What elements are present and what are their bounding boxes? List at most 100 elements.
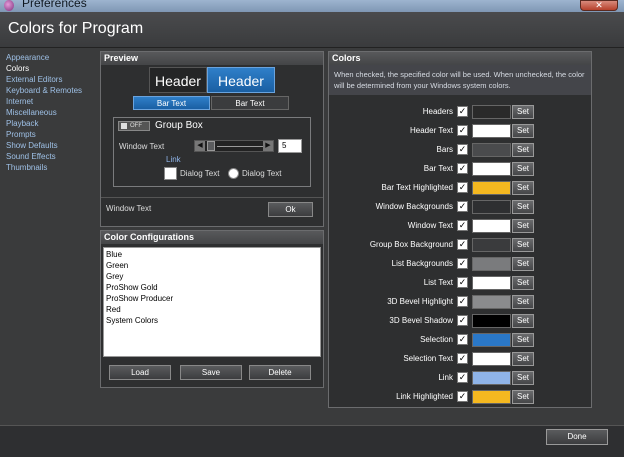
color-row: Group Box Background ✓ Set: [329, 236, 591, 254]
color-swatch[interactable]: [472, 181, 511, 195]
sidebar-item-colors[interactable]: Colors: [6, 64, 29, 74]
color-swatch[interactable]: [472, 162, 511, 176]
color-swatch[interactable]: [472, 105, 511, 119]
color-swatch[interactable]: [472, 219, 511, 233]
color-enabled-checkbox[interactable]: ✓: [457, 296, 468, 307]
page-title: Colors for Program: [8, 20, 144, 37]
list-item[interactable]: Blue: [106, 250, 122, 260]
dialog-text-checkbox[interactable]: [164, 167, 177, 180]
set-color-button[interactable]: Set: [512, 181, 534, 195]
set-color-button[interactable]: Set: [512, 162, 534, 176]
sidebar-item-playback[interactable]: Playback: [6, 119, 38, 129]
color-row-label: Bar Text: [423, 164, 453, 173]
set-color-button[interactable]: Set: [512, 257, 534, 271]
slider-thumb[interactable]: [207, 141, 215, 151]
set-color-button[interactable]: Set: [512, 371, 534, 385]
color-enabled-checkbox[interactable]: ✓: [457, 258, 468, 269]
group-box-toggle[interactable]: OFF: [118, 121, 150, 131]
page-header: Colors for Program: [0, 12, 624, 48]
color-row-label: Group Box Background: [369, 240, 453, 249]
color-row-label: List Text: [423, 278, 453, 287]
set-color-button[interactable]: Set: [512, 314, 534, 328]
group-box-title: Group Box: [155, 120, 203, 131]
header-preview: Header: [149, 67, 207, 93]
color-enabled-checkbox[interactable]: ✓: [457, 220, 468, 231]
set-color-button[interactable]: Set: [512, 143, 534, 157]
preview-divider: [101, 197, 323, 198]
color-swatch[interactable]: [472, 333, 511, 347]
ok-button[interactable]: Ok: [268, 202, 313, 217]
sidebar-item-show-defaults[interactable]: Show Defaults: [6, 141, 58, 151]
number-field[interactable]: 5: [278, 139, 302, 153]
color-enabled-checkbox[interactable]: ✓: [457, 144, 468, 155]
sidebar-item-prompts[interactable]: Prompts: [6, 130, 36, 140]
list-item[interactable]: Grey: [106, 272, 123, 282]
save-button[interactable]: Save: [180, 365, 242, 380]
color-enabled-checkbox[interactable]: ✓: [457, 163, 468, 174]
set-color-button[interactable]: Set: [512, 105, 534, 119]
header-highlighted-preview: Header: [207, 67, 275, 93]
set-color-button[interactable]: Set: [512, 352, 534, 366]
set-color-button[interactable]: Set: [512, 124, 534, 138]
set-color-button[interactable]: Set: [512, 333, 534, 347]
color-configurations-panel: Color Configurations Blue Green Grey Pro…: [100, 230, 324, 388]
sidebar-item-thumbnails[interactable]: Thumbnails: [6, 163, 47, 173]
set-color-button[interactable]: Set: [512, 276, 534, 290]
color-enabled-checkbox[interactable]: ✓: [457, 106, 468, 117]
sidebar-item-internet[interactable]: Internet: [6, 97, 33, 107]
color-swatch[interactable]: [472, 238, 511, 252]
slider-left-arrow-icon[interactable]: ◀: [195, 141, 205, 151]
colors-description: When checked, the specified color will b…: [329, 65, 591, 95]
preview-slider[interactable]: ◀ ▶: [194, 140, 274, 152]
preview-link[interactable]: Link: [166, 155, 181, 164]
color-enabled-checkbox[interactable]: ✓: [457, 372, 468, 383]
slider-right-arrow-icon[interactable]: ▶: [263, 141, 273, 151]
color-enabled-checkbox[interactable]: ✓: [457, 353, 468, 364]
set-color-button[interactable]: Set: [512, 390, 534, 404]
color-swatch[interactable]: [472, 295, 511, 309]
color-swatch[interactable]: [472, 352, 511, 366]
list-item[interactable]: Green: [106, 261, 128, 271]
color-swatch[interactable]: [472, 371, 511, 385]
color-enabled-checkbox[interactable]: ✓: [457, 239, 468, 250]
set-color-button[interactable]: Set: [512, 219, 534, 233]
color-enabled-checkbox[interactable]: ✓: [457, 201, 468, 212]
color-swatch[interactable]: [472, 200, 511, 214]
color-swatch[interactable]: [472, 143, 511, 157]
color-row-label: Headers: [422, 107, 453, 116]
color-enabled-checkbox[interactable]: ✓: [457, 182, 468, 193]
color-enabled-checkbox[interactable]: ✓: [457, 391, 468, 402]
list-item[interactable]: ProShow Gold: [106, 283, 158, 293]
list-item[interactable]: Red: [106, 305, 121, 315]
color-enabled-checkbox[interactable]: ✓: [457, 277, 468, 288]
dialog-text-radio[interactable]: [228, 168, 239, 179]
color-swatch[interactable]: [472, 276, 511, 290]
color-swatch[interactable]: [472, 390, 511, 404]
set-color-button[interactable]: Set: [512, 295, 534, 309]
sidebar-item-sound-effects[interactable]: Sound Effects: [6, 152, 56, 162]
color-enabled-checkbox[interactable]: ✓: [457, 334, 468, 345]
sidebar-item-miscellaneous[interactable]: Miscellaneous: [6, 108, 57, 118]
load-button[interactable]: Load: [109, 365, 171, 380]
preview-panel: Preview Header Header Bar Text Bar Text …: [100, 51, 324, 227]
color-swatch[interactable]: [472, 124, 511, 138]
color-swatch[interactable]: [472, 314, 511, 328]
sidebar-item-keyboard-remotes[interactable]: Keyboard & Remotes: [6, 86, 82, 96]
sidebar-item-external-editors[interactable]: External Editors: [6, 75, 62, 85]
list-item[interactable]: ProShow Producer: [106, 294, 173, 304]
delete-button[interactable]: Delete: [249, 365, 311, 380]
list-item[interactable]: System Colors: [106, 316, 158, 326]
close-button[interactable]: ✕: [580, 0, 618, 11]
color-row: Selection Text ✓ Set: [329, 350, 591, 368]
color-row-label: Link: [438, 373, 453, 382]
color-swatch[interactable]: [472, 257, 511, 271]
color-row-label: 3D Bevel Highlight: [387, 297, 453, 306]
color-configurations-list[interactable]: Blue Green Grey ProShow Gold ProShow Pro…: [103, 247, 321, 357]
done-button[interactable]: Done: [546, 429, 608, 445]
color-enabled-checkbox[interactable]: ✓: [457, 125, 468, 136]
colors-panel: Colors When checked, the specified color…: [328, 51, 592, 408]
color-enabled-checkbox[interactable]: ✓: [457, 315, 468, 326]
set-color-button[interactable]: Set: [512, 238, 534, 252]
set-color-button[interactable]: Set: [512, 200, 534, 214]
sidebar-item-appearance[interactable]: Appearance: [6, 53, 49, 63]
